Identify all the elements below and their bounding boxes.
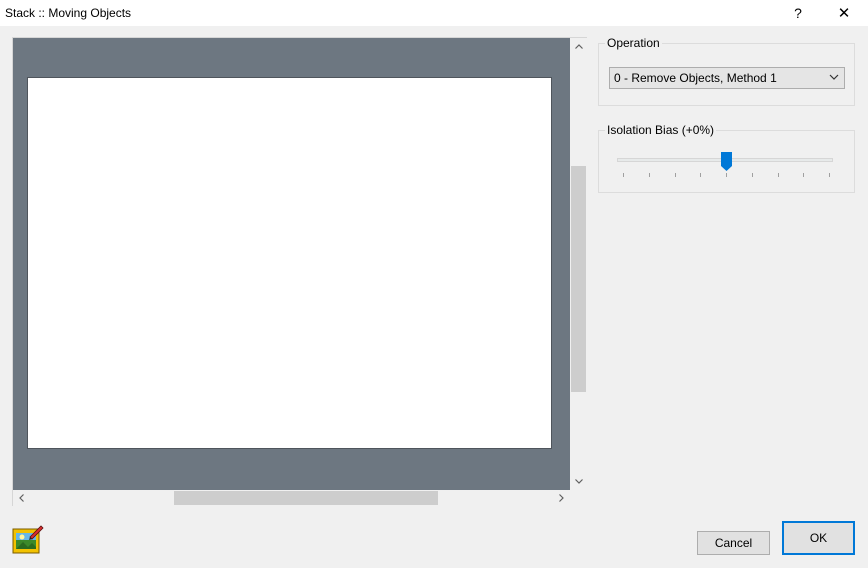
horizontal-scrollbar[interactable] — [13, 490, 570, 506]
horizontal-scroll-thumb[interactable] — [174, 491, 438, 505]
vertical-scroll-thumb[interactable] — [571, 166, 586, 392]
window-title: Stack :: Moving Objects — [5, 6, 132, 20]
slider-tick — [777, 173, 779, 177]
vertical-scrollbar[interactable] — [570, 38, 587, 490]
chevron-down-icon — [574, 479, 583, 484]
close-icon: ✕ — [837, 5, 851, 22]
chevron-right-icon — [559, 494, 564, 502]
scroll-right-button[interactable] — [553, 490, 570, 506]
help-button[interactable]: ? — [778, 0, 818, 26]
operation-selected-value: 0 - Remove Objects, Method 1 — [614, 71, 777, 85]
help-icon: ? — [794, 5, 802, 21]
chevron-left-icon — [19, 494, 24, 502]
preview-image — [27, 77, 552, 449]
title-bar: Stack :: Moving Objects ? ✕ — [0, 0, 868, 26]
app-logo-icon — [12, 525, 44, 554]
close-button[interactable]: ✕ — [824, 0, 864, 26]
slider-tick — [829, 173, 830, 177]
slider-tick — [726, 173, 727, 177]
scroll-up-button[interactable] — [570, 38, 587, 55]
scroll-left-button[interactable] — [13, 490, 30, 506]
operation-group: Operation 0 - Remove Objects, Method 1 — [598, 36, 855, 106]
chevron-up-icon — [574, 44, 583, 49]
slider-tick — [623, 173, 624, 177]
operation-dropdown[interactable]: 0 - Remove Objects, Method 1 — [609, 67, 845, 89]
preview-area — [13, 38, 570, 490]
operation-label: Operation — [605, 36, 662, 50]
isolation-bias-group: Isolation Bias (+0%) — [598, 123, 855, 193]
slider-tick — [700, 173, 702, 177]
ok-button[interactable]: OK — [782, 521, 855, 555]
scroll-corner — [570, 490, 587, 506]
chevron-down-icon — [829, 74, 839, 80]
slider-tick — [803, 173, 805, 177]
preview-pane — [12, 37, 587, 506]
slider-tick — [751, 173, 753, 177]
slider-tick — [674, 173, 676, 177]
isolation-bias-label: Isolation Bias (+0%) — [605, 123, 717, 137]
scroll-down-button[interactable] — [570, 473, 587, 490]
cancel-button[interactable]: Cancel — [697, 531, 770, 555]
isolation-bias-slider-thumb[interactable] — [720, 152, 732, 172]
slider-tick — [648, 173, 650, 177]
